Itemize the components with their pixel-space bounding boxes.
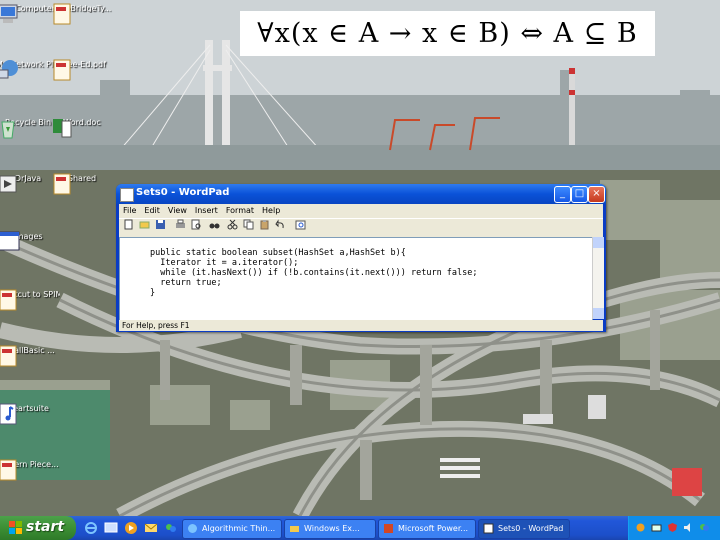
- browser-window-icon: [188, 524, 197, 533]
- maximize-button[interactable]: □: [571, 186, 588, 203]
- wordpad-app-icon[interactable]: [120, 188, 134, 202]
- desktop-icon-images[interactable]: Images: [0, 230, 60, 251]
- menu-insert[interactable]: Insert: [191, 204, 222, 215]
- desktop-icon-chee-ed[interactable]: chee-Ed.pdf: [50, 58, 114, 81]
- tray-messenger-icon[interactable]: [699, 522, 710, 533]
- desktop-icon-spim[interactable]: Shortcut to SPIM.exe: [0, 288, 60, 311]
- folder-icon: [290, 526, 299, 532]
- cut-scissors-icon[interactable]: [227, 219, 238, 230]
- desktop-icon-modern-piece[interactable]: Modern Piece...: [0, 458, 60, 481]
- menu-file[interactable]: File: [119, 204, 140, 215]
- pdf-document-icon: [0, 459, 17, 481]
- undo-icon[interactable]: [275, 219, 286, 230]
- media-player-icon[interactable]: [124, 521, 138, 535]
- pdf-document-icon: [53, 59, 71, 81]
- find-binoculars-icon[interactable]: [209, 219, 220, 230]
- taskbar-item-label: Windows Ex...: [304, 524, 360, 533]
- save-disk-icon[interactable]: [155, 219, 166, 230]
- pdf-document-icon: [0, 345, 17, 367]
- pdf-document-icon: [53, 173, 71, 195]
- java-app-icon: [0, 175, 17, 193]
- spreadsheet-doc-icon: [53, 119, 72, 138]
- set-subset-formula: ∀x(x ∈ A → x ∈ B) ⇔ A ⊆ B: [240, 11, 655, 56]
- taskbar-item-powerpoint[interactable]: Microsoft Power...: [378, 519, 476, 539]
- messenger-icon[interactable]: [164, 521, 178, 535]
- windows-flag-icon: [9, 521, 22, 534]
- tray-shield-icon[interactable]: [667, 522, 678, 533]
- desktop-icon-word-doc[interactable]: Word.doc: [50, 116, 114, 138]
- window-title: Sets0 - WordPad: [136, 187, 230, 198]
- code-line: }: [150, 288, 156, 298]
- menu-edit[interactable]: Edit: [140, 204, 164, 215]
- show-desktop-icon[interactable]: [104, 521, 118, 535]
- music-note-icon: [0, 403, 17, 425]
- code-line: return true;: [150, 278, 222, 288]
- menu-view[interactable]: View: [164, 204, 191, 215]
- scroll-down-button[interactable]: [593, 308, 604, 319]
- code-line: while (it.hasNext()) if (!b.contains(it.…: [150, 268, 478, 278]
- print-icon[interactable]: [175, 219, 186, 230]
- desktop-icon-heartsuite[interactable]: Heartsuite: [0, 402, 60, 425]
- close-button[interactable]: ×: [588, 186, 605, 203]
- taskbar: start Algorithmic Thin... Windows Ex... …: [0, 516, 720, 540]
- tray-app-icon[interactable]: [635, 522, 646, 533]
- toolbar: [119, 218, 603, 238]
- taskbar-item-windows-explorer[interactable]: Windows Ex...: [284, 519, 376, 539]
- my-computer-icon: [0, 4, 18, 23]
- taskbar-item-label: Microsoft Power...: [398, 524, 469, 533]
- tray-volume-icon[interactable]: [683, 522, 694, 533]
- vertical-scrollbar[interactable]: [592, 237, 604, 319]
- wordpad-icon: [483, 523, 494, 534]
- pdf-document-icon: [53, 3, 71, 25]
- document-area[interactable]: public static boolean subset(HashSet a,H…: [119, 237, 593, 321]
- open-folder-icon[interactable]: [139, 219, 150, 230]
- recycle-bin-icon: [1, 121, 15, 139]
- menu-help[interactable]: Help: [258, 204, 284, 215]
- taskbar-item-label: Sets0 - WordPad: [498, 524, 564, 533]
- copy-icon[interactable]: [243, 219, 254, 230]
- desktop-icon-shared[interactable]: Shared: [50, 172, 114, 195]
- menu-bar: File Edit View Insert Format Help: [119, 204, 603, 218]
- paste-clipboard-icon[interactable]: [259, 219, 270, 230]
- start-button[interactable]: start: [0, 516, 76, 540]
- powerpoint-icon: [384, 524, 393, 533]
- code-line: Iterator it = a.iterator();: [150, 258, 299, 268]
- outlook-icon[interactable]: [144, 521, 158, 535]
- pdf-document-icon: [0, 289, 17, 311]
- desktop-icon-bluebridge[interactable]: BlueBridgeTy...: [50, 2, 114, 25]
- code-line: public static boolean subset(HashSet a,H…: [150, 248, 406, 258]
- taskbar-item-label: Algorithmic Thin...: [202, 524, 276, 533]
- wordpad-window[interactable]: Sets0 - WordPad _ □ × File Edit View Insert…: [116, 184, 606, 332]
- menu-format[interactable]: Format: [222, 204, 258, 215]
- new-document-icon[interactable]: [123, 219, 134, 230]
- tray-network-icon[interactable]: [651, 522, 662, 533]
- taskbar-item-algorithmic[interactable]: Algorithmic Thin...: [182, 519, 282, 539]
- insert-datetime-icon[interactable]: [295, 219, 306, 230]
- print-preview-icon[interactable]: [191, 219, 202, 230]
- internet-explorer-icon[interactable]: [84, 521, 98, 535]
- status-text: For Help, press F1: [122, 321, 190, 330]
- scroll-up-button[interactable]: [593, 237, 604, 248]
- start-label: start: [26, 519, 65, 535]
- system-tray: [628, 516, 720, 540]
- window-titlebar[interactable]: Sets0 - WordPad _ □ ×: [116, 184, 606, 204]
- desktop-icon-smallbasic[interactable]: SmallBasic ...: [0, 344, 60, 367]
- status-bar: For Help, press F1: [119, 320, 603, 331]
- code-block: public static boolean subset(HashSet a,H…: [150, 248, 478, 298]
- desktop: ∀x(x ∈ A → x ∈ B) ⇔ A ⊆ B My Computer My…: [0, 0, 720, 516]
- minimize-button[interactable]: _: [554, 186, 571, 203]
- window-shortcut-icon: [0, 231, 20, 251]
- network-places-icon: [0, 60, 18, 79]
- taskbar-item-wordpad[interactable]: Sets0 - WordPad: [478, 519, 570, 539]
